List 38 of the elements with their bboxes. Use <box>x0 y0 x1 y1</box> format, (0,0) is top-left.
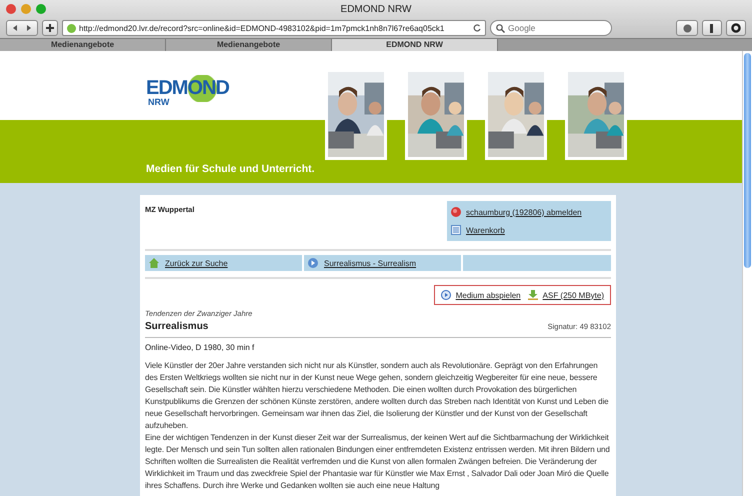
bar-icon <box>710 24 714 32</box>
download-link[interactable]: ASF (250 MByte) <box>542 290 604 300</box>
browser-tab[interactable]: Medienangebote <box>0 39 166 51</box>
address-field[interactable]: http://edmond20.lvr.de/record?src=online&id=EDMOND-4983102&pid=1m7pmck1nh8n7l67re6aq05ck1 <box>62 20 486 36</box>
browser-tab[interactable]: EDMOND NRW <box>332 39 498 51</box>
play-icon <box>440 290 451 300</box>
back-link[interactable]: Zurück zur Suche <box>165 258 228 268</box>
back-forward-button[interactable] <box>6 20 38 36</box>
description-paragraph: Viele Künstler der 20er Jahre verstanden sich nicht nur als Künstler, sondern auch als Revolutionäre. Geprägt von den Erfahrungen des Ersten Weltkriegs wollten sie nicht nur in der Kunst neue Wege gehen, sondern gleichzeitig Wegbereiter für eine neue, bessere Gesellschaft sein. Die Künstler wählten hierzu verschiedene Methoden. Die einen wollten durch Provokation des bürgerlichen Kunstpublikums die Grenzen der schönen Künste zerstören, andere wollten durch das Streben nach Identität von Kunst und Leben die neue Gesellschaft hervorbringen. Gemeinsam war ihnen das Ziel, die Isolierung der Künstler und der Kunst von der Gesellschaft aufzuheben. <box>145 360 610 432</box>
plus-icon <box>46 24 54 32</box>
extension-button[interactable] <box>676 20 698 36</box>
circle-icon <box>682 24 692 32</box>
browser-tab[interactable]: Medienangebote <box>166 39 332 51</box>
play-link[interactable]: Medium abspielen <box>456 290 521 300</box>
cart-link[interactable]: Warenkorb <box>466 226 505 234</box>
download-icon <box>528 290 538 300</box>
window-title: EDMOND NRW <box>340 4 412 14</box>
ring-icon <box>731 23 741 33</box>
reload-icon[interactable] <box>473 24 481 32</box>
category-link[interactable]: Surrealismus - Surrealism <box>324 258 416 268</box>
site-icon <box>67 24 76 32</box>
logout-link[interactable]: schaumburg (192806) abmelden <box>466 208 582 216</box>
search-icon <box>496 24 505 32</box>
tagline: Medien für Schule und Unterricht. <box>146 163 315 175</box>
logout-icon <box>451 207 461 217</box>
media-info: Online-Video, D 1980, 30 min f <box>145 343 256 352</box>
toolbar-button[interactable] <box>702 20 722 36</box>
description-paragraph: Eine der wichtigen Tendenzen in der Kunst dieser Zeit war der Surrealismus, der keinen Wert auf die Sichtbarmachung der Wirklichkeit legte. Der Mensch und sein Tun sollten allen rationalen Bindungen einer entfremdeten Existenz entrissen werden. Mit ihren Bildern und Schriften wollten die Surrealisten die Realität verfremden und die Kunst von allen formalen Zwängen befreien. Die Veränderung der Wirklichkeit im Traum und das zweckfreie Spiel der Phantasie war für Künstler wie Max Ernst , Salvador Dali oder Joan Miró die Quelle ihres Schaffens. Durch ihre Werke und Gedanken wollten sie auch eine neue Haltung <box>145 432 611 492</box>
cart-icon <box>451 225 461 235</box>
scroll-thumb[interactable] <box>744 53 751 268</box>
record-title: Surrealismus <box>145 321 208 332</box>
search-box[interactable]: Google <box>490 20 612 36</box>
toolbar-button[interactable] <box>726 20 746 36</box>
arrows-icon <box>11 24 33 32</box>
home-icon <box>149 258 159 268</box>
close-button[interactable] <box>6 4 16 14</box>
search-field[interactable]: Google <box>508 23 598 33</box>
add-button[interactable] <box>42 20 58 36</box>
